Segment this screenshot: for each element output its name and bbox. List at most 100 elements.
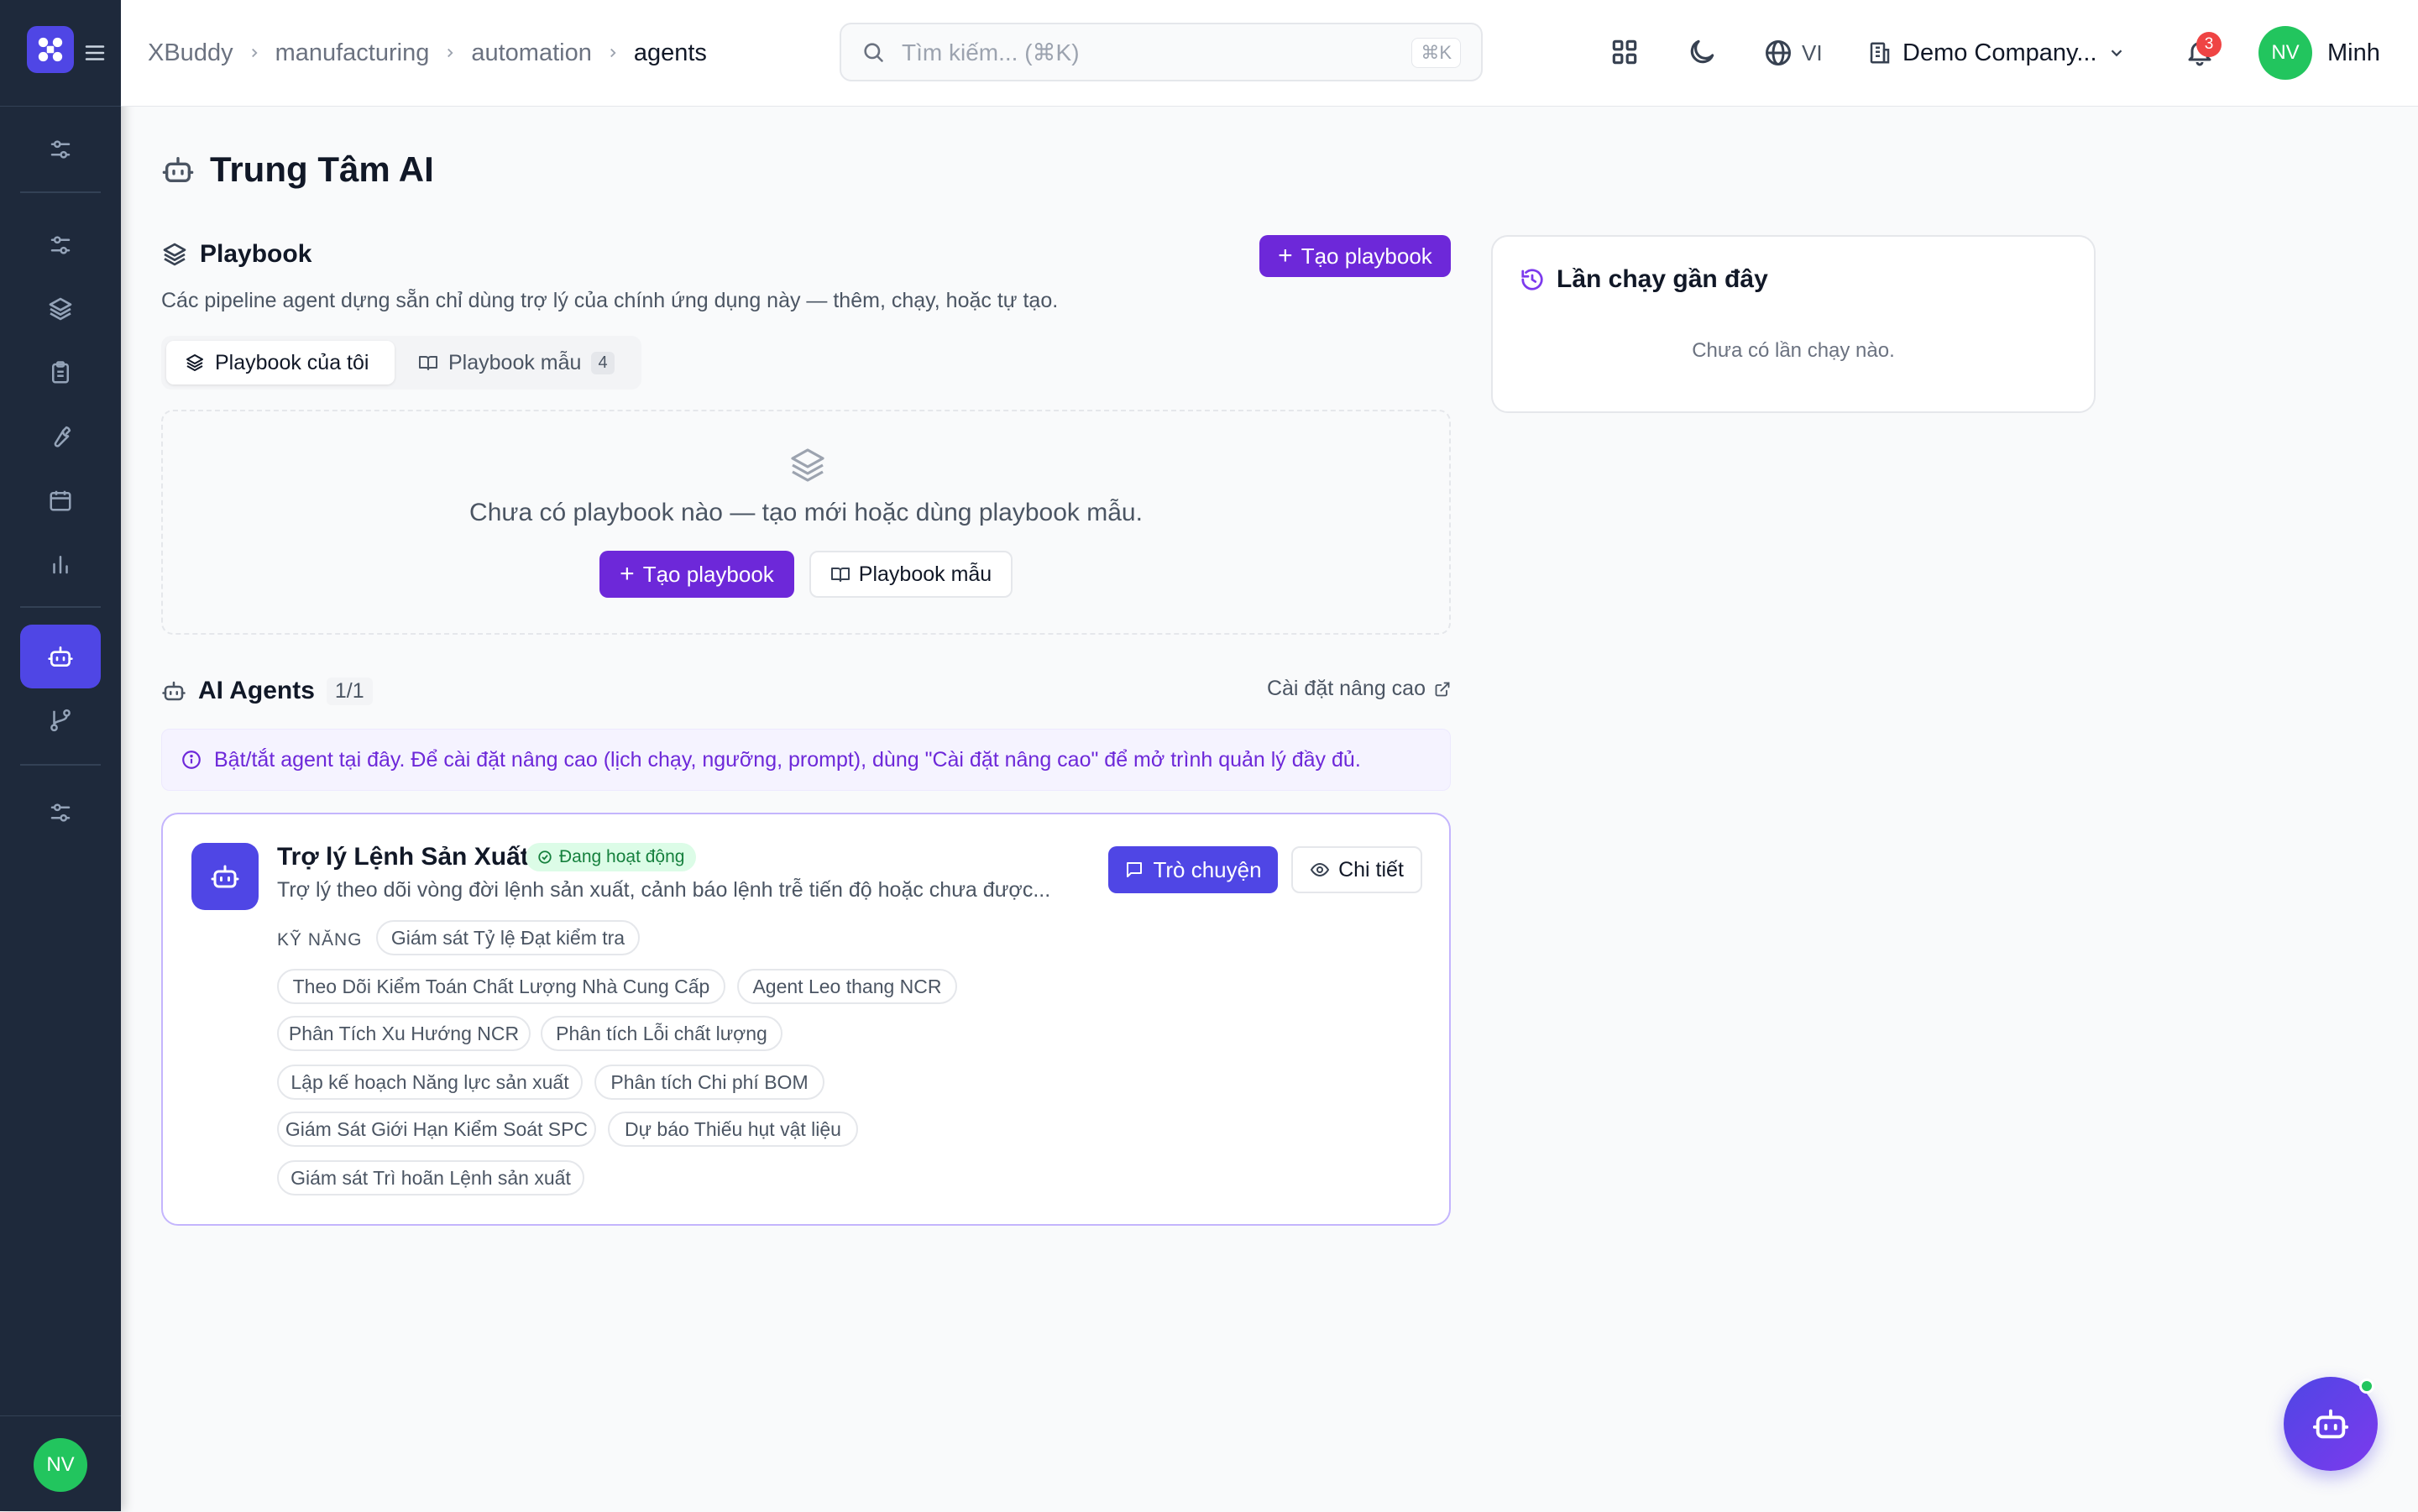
agent-card: Trợ lý Lệnh Sản Xuất Đang hoạt động Trợ … [161, 813, 1451, 1226]
empty-templates-button[interactable]: Playbook mẫu [809, 551, 1013, 598]
recent-runs-title: Lần chạy gần đây [1557, 265, 1768, 293]
chevron-right-icon [605, 45, 620, 60]
search-input[interactable]: Tìm kiếm... (⌘K) ⌘K [840, 23, 1483, 81]
globe-icon [1766, 40, 1791, 65]
menu-icon[interactable] [82, 40, 107, 65]
layers-icon [791, 448, 824, 482]
sidebar-item-settings[interactable] [20, 781, 101, 845]
skill-chip: Phân tích Chi phí BOM [594, 1065, 824, 1100]
building-icon [1870, 42, 1890, 64]
agents-info-banner: Bật/tắt agent tại đây. Để cài đặt nâng c… [161, 729, 1451, 791]
empty-create-playbook-button[interactable]: + Tạo playbook [599, 551, 794, 598]
moon-icon[interactable] [1686, 36, 1718, 68]
sidebar-item-settings-top[interactable] [20, 118, 101, 181]
chat-label: Trò chuyện [1153, 856, 1262, 882]
tab-label: Playbook của tôi [215, 350, 369, 374]
user-name: Minh [2327, 39, 2380, 66]
layers-icon [163, 243, 186, 266]
sliders-icon [50, 140, 71, 159]
agents-heading: AI Agents 1/1 [161, 677, 373, 705]
sidebar-divider [20, 191, 101, 193]
bar-chart-icon [53, 556, 68, 574]
skill-chip: Dự báo Thiếu hụt vật liệu [608, 1112, 858, 1147]
sliders-icon [50, 803, 71, 822]
user-menu[interactable]: NV Minh [2258, 0, 2380, 106]
top-bar: XBuddy manufacturing automation agents T… [121, 0, 2418, 107]
skill-chip: Agent Leo thang NCR [737, 969, 957, 1004]
app-logo[interactable] [27, 26, 74, 73]
breadcrumb-item[interactable]: automation [471, 39, 592, 67]
breadcrumb-item[interactable]: manufacturing [275, 39, 430, 67]
button-label: Playbook mẫu [858, 562, 992, 586]
company-switcher[interactable]: Demo Company... [1867, 0, 2126, 106]
agent-description: Trợ lý theo dõi vòng đời lệnh sản xuất, … [277, 878, 1051, 902]
bot-icon [2312, 1409, 2349, 1439]
sliders-icon [50, 236, 71, 254]
search-shortcut: ⌘K [1411, 38, 1461, 68]
playbook-tabs: Playbook của tôi Playbook mẫu 4 [161, 336, 641, 390]
sidebar-item-layers[interactable] [20, 277, 101, 341]
advanced-settings-link[interactable]: Cài đặt nâng cao [1267, 677, 1451, 701]
agents-count: 1/1 [326, 677, 373, 705]
sidebar-header [0, 0, 121, 107]
bot-icon [211, 865, 239, 888]
search-icon [864, 43, 883, 62]
create-playbook-button[interactable]: + Tạo playbook [1259, 235, 1451, 277]
recent-runs-heading: Lần chạy gần đây [1520, 265, 1768, 294]
tab-count: 4 [591, 351, 615, 374]
agent-name: Trợ lý Lệnh Sản Xuất [277, 843, 529, 871]
skill-chip: Phân tích Lỗi chất lượng [541, 1016, 782, 1051]
status-badge: Đang hoạt động [526, 843, 697, 871]
sidebar-item-workflows[interactable] [20, 213, 101, 277]
bot-icon [162, 157, 194, 182]
git-branch-icon [50, 709, 71, 732]
search-placeholder: Tìm kiếm... (⌘K) [902, 39, 1080, 65]
sidebar-footer: NV [0, 1415, 121, 1512]
tab-my-playbooks[interactable]: Playbook của tôi [166, 341, 395, 385]
sidebar-item-tools[interactable] [20, 405, 101, 468]
agents-heading-text: AI Agents [198, 677, 315, 704]
book-open-icon [419, 356, 437, 370]
button-label: Tạo playbook [642, 561, 774, 587]
playbook-empty-state: Chưa có playbook nào — tạo mới hoặc dùng… [161, 410, 1451, 635]
detail-button[interactable]: Chi tiết [1291, 846, 1422, 893]
grid-icon[interactable] [1609, 36, 1641, 68]
empty-state-text: Chưa có playbook nào — tạo mới hoặc dùng… [469, 499, 1143, 526]
eye-icon [1310, 862, 1330, 877]
calendar-icon [50, 490, 71, 511]
avatar: NV [2258, 26, 2312, 80]
bot-icon [48, 646, 73, 667]
sidebar: NV [0, 0, 121, 1511]
sidebar-item-calendar[interactable] [20, 468, 101, 532]
advanced-settings-label: Cài đặt nâng cao [1266, 677, 1426, 700]
status-text: Đang hoạt động [559, 847, 685, 866]
book-open-icon [830, 568, 850, 582]
playbook-heading-text: Playbook [200, 240, 312, 268]
info-text: Bật/tắt agent tại đây. Để cài đặt nâng c… [214, 747, 1361, 772]
recent-runs-empty: Chưa có lần chạy nào. [1692, 339, 1895, 362]
sidebar-item-integrations[interactable] [20, 688, 101, 752]
layers-icon [49, 297, 72, 321]
external-link-icon [1435, 682, 1450, 696]
breadcrumb-item[interactable]: XBuddy [148, 39, 233, 67]
online-indicator [2359, 1379, 2374, 1394]
tab-template-playbooks[interactable]: Playbook mẫu 4 [400, 341, 638, 385]
skills-label: KỸ NĂNG [277, 930, 363, 950]
sidebar-item-reports[interactable] [20, 532, 101, 596]
message-square-icon [1127, 862, 1143, 877]
plus-icon: + [1278, 242, 1293, 269]
sidebar-divider [20, 764, 101, 766]
sidebar-item-ai-agents[interactable] [20, 625, 101, 688]
skill-chip: Giám sát Tỷ lệ Đạt kiểm tra [376, 920, 640, 955]
sidebar-item-tasks[interactable] [20, 341, 101, 405]
clipboard-icon [52, 361, 69, 384]
detail-label: Chi tiết [1338, 857, 1404, 882]
skill-chip: Lập kế hoạch Năng lực sản xuất [277, 1065, 583, 1100]
chat-button[interactable]: Trò chuyện [1108, 846, 1278, 893]
bot-icon [162, 681, 186, 701]
chevron-down-icon [2111, 50, 2122, 57]
sidebar-avatar[interactable]: NV [34, 1438, 87, 1492]
history-icon [1521, 269, 1543, 290]
language-switcher[interactable]: VI [1763, 0, 1823, 106]
create-playbook-label: Tạo playbook [1301, 243, 1432, 269]
